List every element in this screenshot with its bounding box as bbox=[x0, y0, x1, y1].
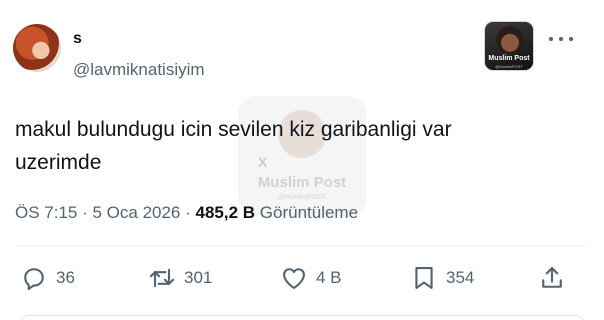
meta-separator: · bbox=[180, 203, 196, 222]
meta-separator: · bbox=[77, 203, 93, 222]
tweet-time[interactable]: ÖS 7:15 bbox=[15, 203, 77, 222]
share-icon bbox=[542, 267, 562, 288]
tweet-text-line-1: makul bulundugu icin sevilen kiz gariban… bbox=[15, 118, 452, 141]
more-icon[interactable] bbox=[549, 30, 573, 48]
tweet-text: makul bulundugu icin sevilen kiz gariban… bbox=[15, 113, 595, 179]
watermark-face-image bbox=[496, 26, 524, 54]
tweet-meta: ÖS 7:15 · 5 Oca 2026 · 485,2 B Görüntüle… bbox=[15, 203, 358, 223]
reply-button[interactable]: 36 bbox=[20, 263, 75, 293]
corner-watermark-logo: Muslim Post @MuslimPOST bbox=[484, 21, 534, 71]
reply-box-edge bbox=[20, 315, 584, 320]
author-display-name[interactable]: s bbox=[73, 30, 82, 47]
tweet-text-line-2: uzerimde bbox=[15, 151, 102, 174]
author-avatar[interactable] bbox=[13, 24, 61, 72]
center-watermark-subtitle: @MuslimPOST bbox=[277, 194, 327, 201]
bookmark-icon bbox=[415, 267, 433, 289]
like-button[interactable]: 4 B bbox=[280, 263, 342, 293]
bookmark-button[interactable]: 354 bbox=[410, 263, 474, 293]
share-button[interactable] bbox=[538, 263, 566, 293]
like-count: 4 B bbox=[316, 268, 342, 287]
repost-button[interactable]: 301 bbox=[148, 263, 212, 293]
repost-icon bbox=[149, 268, 175, 288]
divider bbox=[15, 245, 589, 246]
like-icon bbox=[283, 268, 305, 289]
author-name-row[interactable]: s bbox=[73, 30, 82, 52]
bookmark-count: 354 bbox=[446, 268, 475, 287]
views-label: Görüntüleme bbox=[255, 203, 359, 222]
corner-watermark-subtitle: @MuslimPOST bbox=[495, 64, 523, 69]
views-count: 485,2 B bbox=[195, 203, 256, 222]
tweet-date[interactable]: 5 Oca 2026 bbox=[92, 203, 180, 222]
reply-count: 36 bbox=[56, 268, 75, 287]
repost-count: 301 bbox=[184, 268, 213, 287]
reply-icon bbox=[24, 268, 44, 291]
corner-watermark-title: Muslim Post bbox=[488, 55, 530, 62]
author-handle[interactable]: @lavmiknatisiyim bbox=[73, 60, 205, 80]
